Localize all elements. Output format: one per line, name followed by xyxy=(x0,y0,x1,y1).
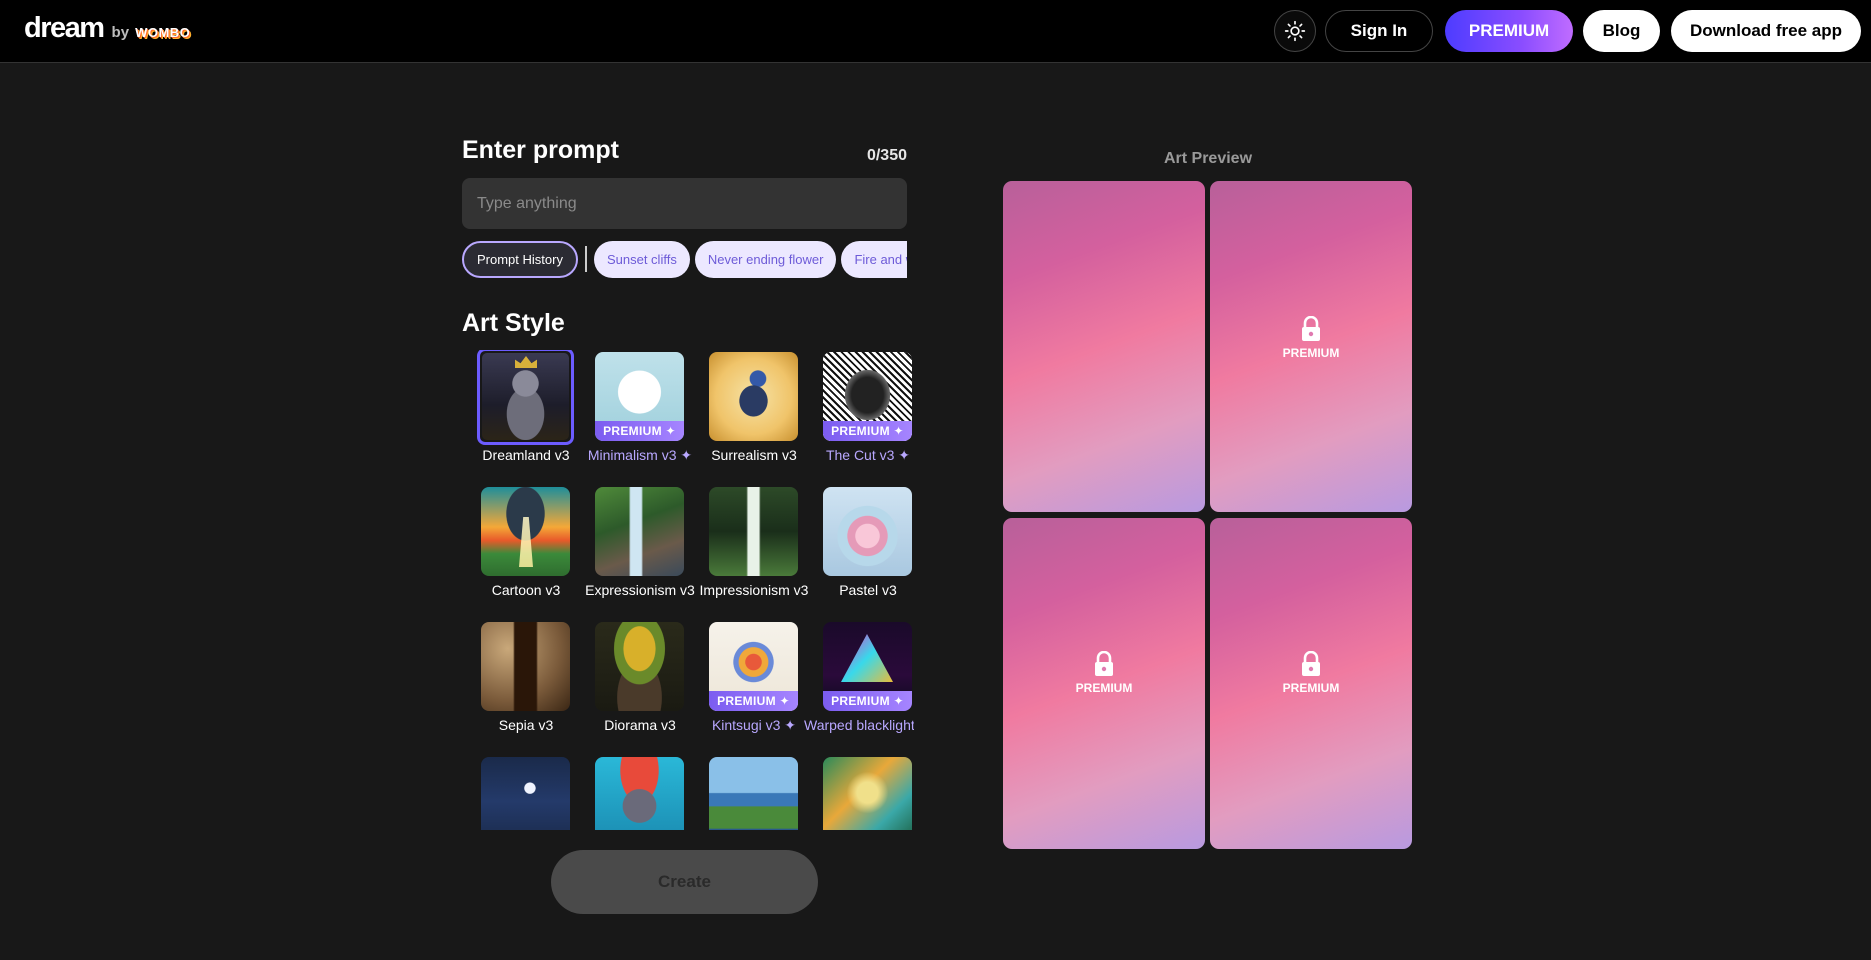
preview-image-2[interactable]: PREMIUM xyxy=(1210,181,1412,512)
style-item-kintsugi[interactable]: PREMIUM ✦ Kintsugi v3 ✦ xyxy=(690,621,804,741)
style-thumbnail xyxy=(481,487,570,576)
art-style-title: Art Style xyxy=(462,309,565,337)
style-thumbnail xyxy=(481,622,570,711)
premium-lock-label: PREMIUM xyxy=(1075,681,1133,695)
prompt-history-button[interactable]: Prompt History xyxy=(462,240,578,278)
style-thumbnail xyxy=(823,757,912,830)
style-label: Sepia v3 xyxy=(498,717,554,733)
sign-in-button[interactable]: Sign In xyxy=(1325,10,1433,52)
style-label: Surrealism v3 xyxy=(711,447,797,463)
style-thumbnail xyxy=(709,757,798,830)
premium-badge: PREMIUM ✦ xyxy=(823,421,912,441)
logo-wombo-text: WOMBO xyxy=(135,25,191,40)
premium-badge: PREMIUM ✦ xyxy=(709,691,798,711)
suggestion-chip[interactable]: Sunset cliffs xyxy=(593,240,690,278)
style-item-pastel[interactable]: Pastel v3 xyxy=(804,486,914,606)
top-nav: dream by WOMBO Sign In PREMIUM Blog Down… xyxy=(0,0,1871,63)
lock-icon xyxy=(1095,651,1113,676)
style-label: Dreamland v3 xyxy=(482,447,570,463)
prompt-chips: Prompt History Sunset cliffs Never endin… xyxy=(462,240,907,278)
preview-image-3[interactable]: PREMIUM xyxy=(1003,518,1205,849)
style-item-expressionism[interactable]: Expressionism v3 xyxy=(576,486,695,606)
logo-by-text: by xyxy=(111,24,130,41)
style-item-surrealism[interactable]: Surrealism v3 xyxy=(690,351,804,471)
blog-button[interactable]: Blog xyxy=(1583,10,1660,52)
style-thumbnail xyxy=(477,350,574,445)
style-item-sepia[interactable]: Sepia v3 xyxy=(462,621,576,741)
premium-lock: PREMIUM xyxy=(1003,651,1205,695)
art-style-grid: Dreamland v3 PREMIUM ✦ Minimalism v3 ✦ S… xyxy=(462,350,914,830)
style-label: Warped blacklight v3 xyxy=(804,717,914,733)
style-item-warped-blacklight[interactable]: PREMIUM ✦ Warped blacklight v3 xyxy=(804,621,914,741)
suggestion-chip[interactable]: Never ending flower xyxy=(694,240,837,278)
style-label: Diorama v3 xyxy=(604,717,676,733)
logo-dream-text: dream xyxy=(24,12,105,44)
style-item-the-cut[interactable]: PREMIUM ✦ The Cut v3 ✦ xyxy=(804,351,914,471)
lock-icon xyxy=(1302,316,1320,341)
style-thumbnail xyxy=(709,487,798,576)
suggestion-chip[interactable]: Fire and w xyxy=(841,240,907,278)
style-thumbnail: PREMIUM ✦ xyxy=(823,622,912,711)
premium-lock: PREMIUM xyxy=(1210,651,1412,695)
style-item-minimalism[interactable]: PREMIUM ✦ Minimalism v3 ✦ xyxy=(576,351,692,471)
chip-divider xyxy=(584,246,587,272)
style-label: Pastel v3 xyxy=(839,582,897,598)
style-item-coast[interactable] xyxy=(690,756,804,830)
style-thumbnail: PREMIUM ✦ xyxy=(823,352,912,441)
style-item-dreamland[interactable]: Dreamland v3 xyxy=(462,350,576,471)
style-item-night[interactable] xyxy=(462,756,576,830)
style-label: Cartoon v3 xyxy=(491,582,561,598)
style-item-diorama[interactable]: Diorama v3 xyxy=(576,621,690,741)
char-counter: 0/350 xyxy=(866,147,907,164)
preview-image-4[interactable]: PREMIUM xyxy=(1210,518,1412,849)
premium-badge: PREMIUM ✦ xyxy=(595,421,684,441)
art-preview-title: Art Preview xyxy=(1163,150,1253,167)
style-thumbnail xyxy=(823,487,912,576)
style-label: Kintsugi v3 ✦ xyxy=(711,717,797,733)
premium-badge: PREMIUM ✦ xyxy=(823,691,912,711)
premium-button[interactable]: PREMIUM xyxy=(1445,10,1573,52)
style-label: Impressionism v3 xyxy=(699,582,809,598)
download-app-button[interactable]: Download free app xyxy=(1671,10,1861,52)
style-thumbnail xyxy=(709,352,798,441)
logo[interactable]: dream by WOMBO xyxy=(24,14,190,43)
sun-icon xyxy=(1284,20,1306,42)
style-thumbnail xyxy=(595,487,684,576)
premium-lock: PREMIUM xyxy=(1210,316,1412,360)
premium-lock-label: PREMIUM xyxy=(1282,681,1340,695)
create-button[interactable]: Create xyxy=(551,850,818,914)
preview-image-1 xyxy=(1003,181,1205,512)
premium-lock-label: PREMIUM xyxy=(1282,346,1340,360)
style-item-impressionism[interactable]: Impressionism v3 xyxy=(690,486,808,606)
style-item-cartoon[interactable]: Cartoon v3 xyxy=(462,486,576,606)
style-thumbnail xyxy=(481,757,570,830)
style-thumbnail: PREMIUM ✦ xyxy=(709,622,798,711)
style-thumbnail xyxy=(595,622,684,711)
style-label: Minimalism v3 ✦ xyxy=(587,447,693,463)
style-thumbnail xyxy=(595,757,684,830)
theme-toggle-button[interactable] xyxy=(1274,10,1316,52)
prompt-title: Enter prompt xyxy=(462,136,619,164)
style-label: Expressionism v3 xyxy=(585,582,695,598)
prompt-input[interactable] xyxy=(462,178,907,229)
style-item-forest[interactable] xyxy=(804,756,914,830)
style-item-koala[interactable] xyxy=(576,756,690,830)
style-thumbnail: PREMIUM ✦ xyxy=(595,352,684,441)
lock-icon xyxy=(1302,651,1320,676)
style-label: The Cut v3 ✦ xyxy=(825,447,911,463)
